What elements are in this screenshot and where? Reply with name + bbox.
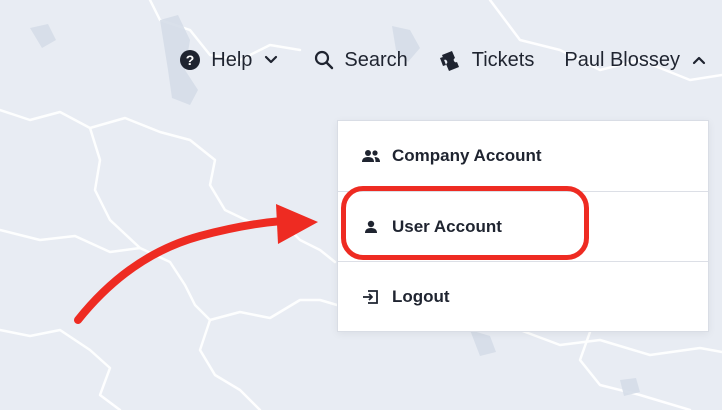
tickets-label: Tickets — [471, 48, 535, 71]
chevron-up-icon — [692, 55, 706, 65]
search-link[interactable]: Search — [314, 38, 408, 82]
menu-item-label: User Account — [392, 217, 502, 236]
search-label: Search — [344, 48, 408, 71]
menu-item-label: Logout — [392, 287, 450, 306]
svg-text:?: ? — [186, 52, 195, 68]
help-label: Help — [211, 48, 253, 71]
chevron-down-icon — [264, 55, 278, 65]
user-menu[interactable]: Paul Blossey — [564, 38, 706, 82]
logout-icon — [360, 289, 382, 305]
user-name-label: Paul Blossey — [564, 48, 680, 71]
help-menu[interactable]: ? Help — [179, 38, 278, 82]
app-screen: ? Help Search Tickets Paul Blossey Compa… — [0, 0, 722, 410]
users-icon — [360, 149, 382, 163]
menu-item-user-account[interactable]: User Account — [338, 192, 708, 262]
tickets-link[interactable]: Tickets — [438, 38, 535, 82]
tickets-icon — [438, 49, 462, 71]
menu-item-label: Company Account — [392, 146, 542, 165]
menu-item-logout[interactable]: Logout — [338, 262, 708, 332]
user-dropdown-menu: Company Account User Account Logout — [337, 120, 709, 332]
top-navigation: ? Help Search Tickets Paul Blossey — [179, 38, 706, 82]
question-circle-icon: ? — [179, 49, 201, 71]
menu-item-company-account[interactable]: Company Account — [338, 121, 708, 191]
search-icon — [314, 50, 334, 70]
user-icon — [360, 220, 382, 234]
